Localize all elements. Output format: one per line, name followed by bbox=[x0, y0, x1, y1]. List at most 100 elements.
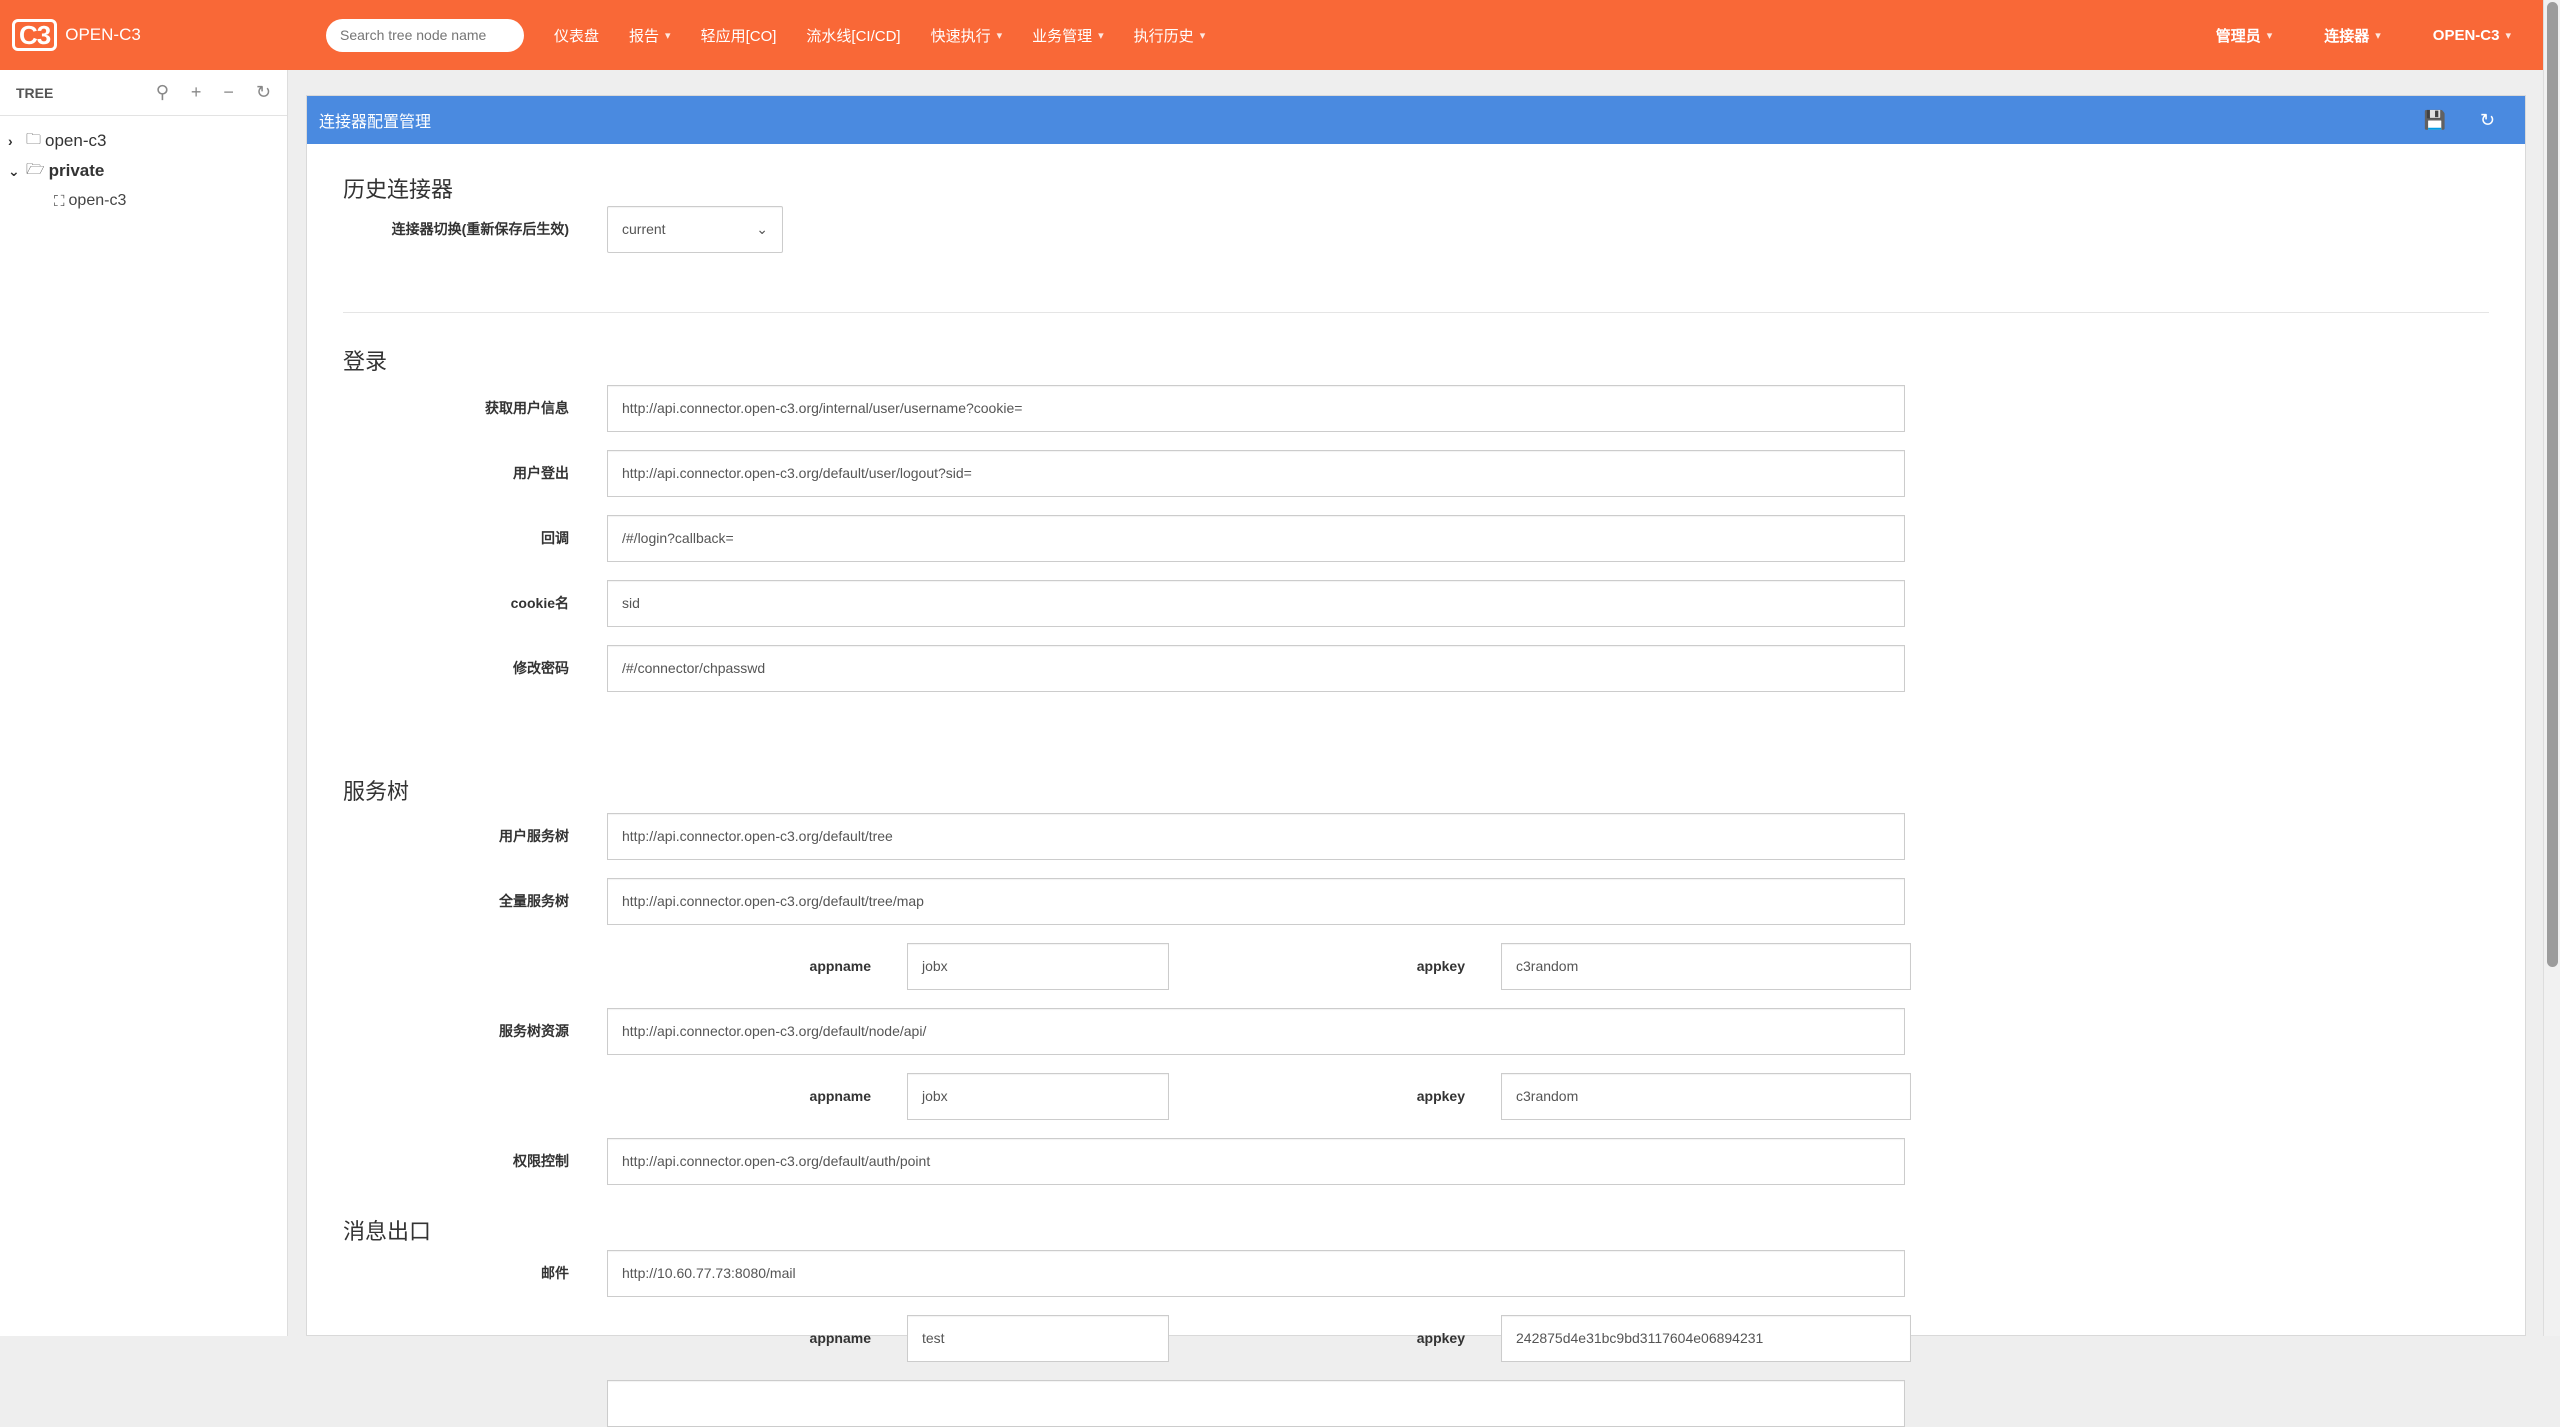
mail-url-input[interactable]: http://10.60.77.73:8080/mail bbox=[607, 1249, 1905, 1297]
field-label: appkey bbox=[1416, 1088, 1465, 1104]
section-title-login: 登录 bbox=[343, 349, 388, 374]
form-row: 修改密码 /#/connector/chpasswd bbox=[307, 644, 1905, 692]
form-row: 获取用户信息 http://api.connector.open-c3.org/… bbox=[307, 384, 1905, 432]
field-label: 修改密码 bbox=[513, 660, 569, 676]
nav-connector[interactable]: 连接器 ▾ bbox=[2324, 25, 2381, 46]
appname-input[interactable]: jobx bbox=[907, 1072, 1169, 1120]
tree-resource-input[interactable]: http://api.connector.open-c3.org/default… bbox=[607, 1007, 1905, 1055]
tree-node[interactable]: › 🗀 open-c3 bbox=[8, 126, 287, 156]
nav-history[interactable]: 执行历史 ▾ bbox=[1134, 25, 1206, 46]
field-label: 服务树资源 bbox=[499, 1023, 569, 1039]
nav-user[interactable]: OPEN-C3 ▾ bbox=[2433, 25, 2511, 46]
form-row bbox=[307, 1379, 1905, 1427]
field-label: 邮件 bbox=[541, 1265, 569, 1281]
userinfo-url-input[interactable]: http://api.connector.open-c3.org/interna… bbox=[607, 384, 1905, 432]
auth-row: appname jobx appkey c3random bbox=[307, 942, 1911, 990]
folder-open-icon: 🗁 bbox=[26, 160, 45, 178]
tree: › 🗀 open-c3 ⌄ 🗁 private ⛶ open-c3 bbox=[0, 116, 287, 216]
tree-node-label: open-c3 bbox=[45, 131, 107, 150]
chevron-down-icon[interactable]: ⌄ bbox=[8, 163, 26, 180]
scrollbar-thumb[interactable] bbox=[2547, 2, 2558, 967]
callback-input[interactable]: /#/login?callback= bbox=[607, 514, 1905, 562]
appname-input[interactable]: jobx bbox=[907, 942, 1169, 990]
collapse-icon[interactable]: − bbox=[223, 82, 234, 103]
brand-name: OPEN-C3 bbox=[65, 25, 141, 44]
chevron-down-icon: ▾ bbox=[2375, 29, 2381, 42]
form-row: 全量服务树 http://api.connector.open-c3.org/d… bbox=[307, 877, 1905, 925]
divider bbox=[343, 312, 2489, 313]
connector-switch-select[interactable]: current ⌄ bbox=[607, 205, 783, 253]
nav-admin[interactable]: 管理员 ▾ bbox=[2216, 25, 2273, 46]
panel-header: 连接器配置管理 💾 ↻ bbox=[307, 96, 2525, 144]
chevron-down-icon: ▾ bbox=[665, 29, 671, 42]
form-row: 服务树资源 http://api.connector.open-c3.org/d… bbox=[307, 1007, 1905, 1055]
tree-search-input[interactable] bbox=[326, 18, 524, 52]
form-row: 用户服务树 http://api.connector.open-c3.org/d… bbox=[307, 812, 1905, 860]
field-label: 用户服务树 bbox=[499, 828, 569, 844]
form-row: 邮件 http://10.60.77.73:8080/mail bbox=[307, 1249, 1905, 1297]
refresh-icon[interactable]: ↻ bbox=[2480, 110, 2495, 131]
field-label: appname bbox=[809, 1088, 871, 1104]
tree-sidebar: TREE ⚲ + − ↻ › 🗀 open-c3 ⌄ 🗁 private ⛶ o… bbox=[0, 70, 288, 1336]
form-row: cookie名 sid bbox=[307, 579, 1905, 627]
cookie-name-input[interactable]: sid bbox=[607, 579, 1905, 627]
field-label: 回调 bbox=[541, 530, 569, 546]
chevron-down-icon: ▾ bbox=[2266, 29, 2273, 42]
tree-toolbar: ⚲ + − ↻ bbox=[156, 82, 271, 103]
appkey-input[interactable]: 242875d4e31bc9bd3117604e06894231 bbox=[1501, 1314, 1911, 1362]
tree-node-label: private bbox=[48, 161, 105, 180]
nav-dashboard[interactable]: 仪表盘 bbox=[554, 25, 599, 46]
next-url-input[interactable] bbox=[607, 1379, 1905, 1427]
nav-pipeline[interactable]: 流水线[CI/CD] bbox=[806, 25, 900, 46]
user-tree-input[interactable]: http://api.connector.open-c3.org/default… bbox=[607, 812, 1905, 860]
nav-business[interactable]: 业务管理 ▾ bbox=[1032, 25, 1104, 46]
field-label: 全量服务树 bbox=[499, 893, 569, 909]
page-scrollbar[interactable] bbox=[2543, 0, 2560, 1336]
appkey-input[interactable]: c3random bbox=[1501, 942, 1911, 990]
auth-row: appname test appkey 242875d4e31bc9bd3117… bbox=[307, 1314, 1911, 1362]
auth-row: appname jobx appkey c3random bbox=[307, 1072, 1911, 1120]
brand[interactable]: C3 OPEN-C3 bbox=[12, 19, 312, 51]
chevron-right-icon[interactable]: › bbox=[8, 133, 26, 149]
brand-logo: C3 bbox=[12, 19, 58, 51]
form-row: 回调 /#/login?callback= bbox=[307, 514, 1905, 562]
appname-input[interactable]: test bbox=[907, 1314, 1169, 1362]
locate-icon[interactable]: ⚲ bbox=[156, 82, 169, 103]
connector-config-panel: 连接器配置管理 💾 ↻ 历史连接器 连接器切换(重新保存后生效) current… bbox=[306, 95, 2526, 1427]
chevron-down-icon: ▾ bbox=[996, 29, 1003, 42]
section-title-message: 消息出口 bbox=[343, 1219, 432, 1244]
nav-light-app[interactable]: 轻应用[CO] bbox=[701, 25, 777, 46]
nav-report[interactable]: 报告 ▾ bbox=[629, 25, 671, 46]
expand-icon[interactable]: + bbox=[191, 82, 202, 103]
chevron-down-icon: ▾ bbox=[2505, 29, 2511, 42]
nav-right: 管理员 ▾ 连接器 ▾ OPEN-C3 ▾ bbox=[2164, 25, 2511, 46]
panel-toolbar: 💾 ↻ bbox=[2423, 110, 2495, 131]
form-row: 用户登出 http://api.connector.open-c3.org/de… bbox=[307, 449, 1905, 497]
permission-input[interactable]: http://api.connector.open-c3.org/default… bbox=[607, 1137, 1905, 1185]
full-tree-input[interactable]: http://api.connector.open-c3.org/default… bbox=[607, 877, 1905, 925]
refresh-icon[interactable]: ↻ bbox=[256, 82, 271, 103]
tree-title: TREE bbox=[16, 84, 54, 101]
logout-url-input[interactable]: http://api.connector.open-c3.org/default… bbox=[607, 449, 1905, 497]
tree-node[interactable]: ⌄ 🗁 private bbox=[8, 156, 287, 186]
section-title-history: 历史连接器 bbox=[343, 177, 454, 202]
panel-title: 连接器配置管理 bbox=[319, 114, 432, 131]
tree-node-label: open-c3 bbox=[68, 192, 127, 209]
folder-icon: 🗀 bbox=[26, 130, 42, 148]
field-label: 权限控制 bbox=[513, 1153, 569, 1169]
nav-quick-exec[interactable]: 快速执行 ▾ bbox=[931, 25, 1003, 46]
tree-node[interactable]: ⛶ open-c3 bbox=[8, 186, 287, 216]
appkey-input[interactable]: c3random bbox=[1501, 1072, 1911, 1120]
node-icon: ⛶ bbox=[54, 192, 65, 210]
tree-header: TREE ⚲ + − ↻ bbox=[0, 70, 287, 116]
history-switch-row: 连接器切换(重新保存后生效) current ⌄ bbox=[307, 205, 783, 253]
field-label: appkey bbox=[1416, 1330, 1465, 1346]
save-icon[interactable]: 💾 bbox=[2423, 110, 2445, 131]
form-row: 权限控制 http://api.connector.open-c3.org/de… bbox=[307, 1137, 1905, 1185]
change-password-input[interactable]: /#/connector/chpasswd bbox=[607, 644, 1905, 692]
field-label: 获取用户信息 bbox=[485, 400, 569, 416]
field-label: cookie名 bbox=[510, 595, 569, 611]
chevron-down-icon: ▾ bbox=[1098, 29, 1104, 42]
field-label: appname bbox=[809, 1330, 871, 1346]
field-label: 用户登出 bbox=[513, 465, 569, 481]
